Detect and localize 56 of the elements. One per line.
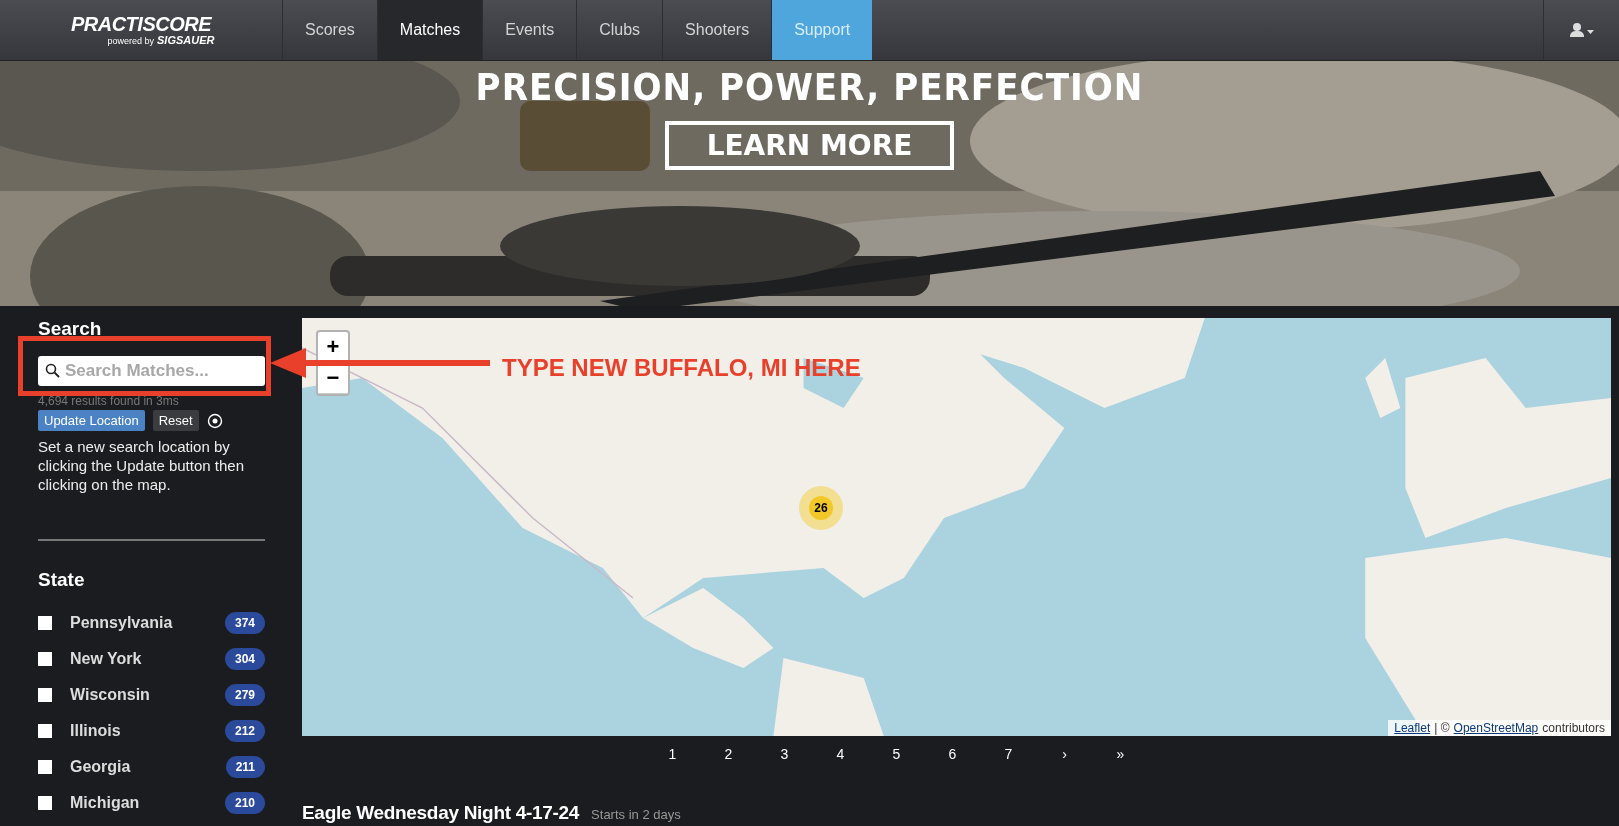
checkbox[interactable]: [38, 796, 52, 810]
nav-tab[interactable]: Scores: [282, 0, 377, 60]
page-link[interactable]: 7: [980, 746, 1037, 762]
page-link[interactable]: 1: [644, 746, 701, 762]
count-badge: 279: [224, 684, 265, 706]
checkbox[interactable]: [38, 688, 52, 702]
nav-tab[interactable]: Matches: [376, 0, 483, 60]
checkbox[interactable]: [38, 652, 52, 666]
map-cluster-marker[interactable]: 26: [799, 486, 843, 530]
attribution-text: | ©: [1434, 721, 1450, 735]
zoom-out-button[interactable]: −: [318, 363, 348, 394]
count-badge: 304: [224, 648, 265, 670]
page-link[interactable]: 5: [868, 746, 925, 762]
next-page-link[interactable]: ›: [1036, 746, 1093, 762]
count-badge: 211: [225, 756, 265, 778]
state-name: Pennsylvania: [70, 614, 174, 632]
help-text: Set a new search location by clicking the Update button then clicking on the map.: [38, 437, 245, 494]
logo-title: PRACTISCORE: [70, 14, 212, 34]
learn-more-button[interactable]: LEARN MORE: [664, 121, 955, 170]
leaflet-link[interactable]: Leaflet: [1394, 721, 1431, 735]
nav-tab[interactable]: Clubs: [576, 0, 663, 60]
state-name: Georgia: [70, 758, 132, 776]
count-badge: 212: [224, 720, 265, 742]
checkbox[interactable]: [38, 724, 52, 738]
user-icon: [1568, 22, 1595, 38]
checkbox[interactable]: [38, 616, 52, 630]
logo-subtitle: powered by: [107, 36, 155, 46]
banner-headline: PRECISION, POWER, PERFECTION: [475, 65, 1144, 109]
page-link[interactable]: 4: [812, 746, 869, 762]
update-location-button[interactable]: Update Location: [38, 410, 145, 431]
locate-icon[interactable]: [206, 412, 223, 429]
state-name: Illinois: [70, 722, 122, 740]
logo-brand: SIGSAUER: [157, 34, 215, 46]
page-link[interactable]: 2: [700, 746, 757, 762]
match-start-time: Starts in 2 days: [591, 807, 681, 822]
search-field[interactable]: Search Matches...: [38, 356, 265, 386]
section-title: State: [38, 569, 86, 591]
count-badge: 210: [224, 792, 265, 814]
last-page-link[interactable]: »: [1092, 746, 1149, 762]
nav-tab[interactable]: Events: [482, 0, 577, 60]
page-link[interactable]: 6: [924, 746, 981, 762]
attribution-text: contributors: [1542, 721, 1605, 735]
match-title[interactable]: Eagle Wednesday Night 4-17-24: [302, 802, 580, 824]
state-name: Wisconsin: [70, 686, 151, 704]
section-title: Search: [38, 318, 103, 340]
count-badge: 374: [224, 612, 265, 634]
reset-button[interactable]: Reset: [152, 410, 199, 431]
page-link[interactable]: 3: [756, 746, 813, 762]
results-count: 4,694 results found in 3ms: [38, 394, 180, 408]
checkbox[interactable]: [38, 760, 52, 774]
state-name: New York: [70, 650, 143, 668]
search-icon: [45, 363, 61, 379]
annotation-text: TYPE NEW BUFFALO, MI HERE: [502, 354, 861, 382]
openstreetmap-link[interactable]: OpenStreetMap: [1453, 721, 1539, 735]
zoom-in-button[interactable]: +: [318, 332, 348, 363]
state-name: Michigan: [70, 794, 141, 812]
